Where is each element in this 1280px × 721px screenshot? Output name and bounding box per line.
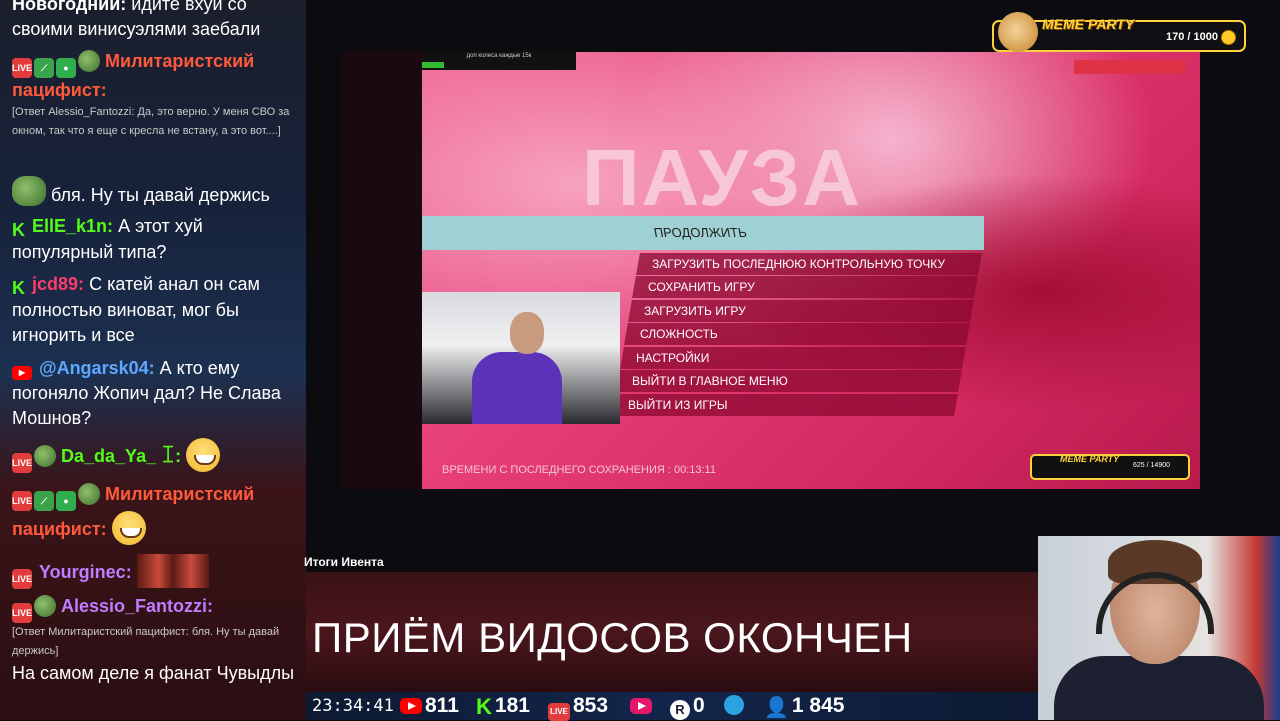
menu-label: ВЫЙТИ ИЗ ИГРЫ bbox=[628, 398, 728, 412]
chat-message: Новогодний: идите вхуи со своими винисуэ… bbox=[12, 0, 302, 42]
save-time-label: ВРЕМЕНИ С ПОСЛЕДНЕГО СОХРАНЕНИЯ : 00:13:… bbox=[442, 464, 716, 476]
grin-emote-icon bbox=[186, 438, 221, 472]
chat-text: На самом деле я фанат Чувыдлы bbox=[12, 663, 295, 683]
chat-username: Alessio_Fantozzi: bbox=[61, 596, 214, 616]
green-badge-icon: ● bbox=[56, 491, 76, 511]
game-capture: доп колеса каждые 15к ПАУЗА ПРОДОЛЖИТЬ З… bbox=[342, 52, 1200, 489]
kick-icon: K bbox=[476, 694, 492, 719]
menu-label: ПРОДОЛЖИТЬ bbox=[652, 225, 748, 240]
chat-username: Da_da_Ya_ ꀤ: bbox=[61, 446, 182, 466]
chat-username: Yourginec: bbox=[39, 562, 132, 582]
live-badge-icon: LIVE bbox=[12, 453, 32, 473]
youtube-viewers: 811 bbox=[400, 695, 459, 717]
menu-main-menu-button[interactable]: ВЫЙТИ В ГЛАВНОЕ МЕНЮ bbox=[616, 370, 962, 392]
menu-settings-button[interactable]: НАСТРОЙКИ bbox=[620, 347, 966, 369]
chat-reply: [Ответ Alessio_Fantozzi: Да, это верно. … bbox=[12, 106, 290, 137]
total-count: 1 845 bbox=[791, 694, 845, 717]
chat-message: бля. Ну ты давай держись bbox=[12, 176, 302, 208]
mini-meme-party-title: MEME PARTY bbox=[1060, 454, 1120, 464]
chat-username: EllE_k1n: bbox=[32, 216, 114, 236]
sword-badge-icon: ⟋ bbox=[34, 58, 54, 78]
menu-label: ЗАГРУЗИТЬ ИГРУ bbox=[644, 304, 746, 318]
turtle-badge-icon bbox=[78, 50, 100, 72]
chat-message: K EllE_k1n: А этот хуй популярный типа? bbox=[12, 214, 302, 265]
menu-load-game-button[interactable]: ЗАГРУЗИТЬ ИГРУ bbox=[628, 300, 974, 322]
menu-label: ЗАГРУЗИТЬ ПОСЛЕДНЮЮ КОНТРОЛЬНУЮ ТОЧКУ bbox=[652, 257, 945, 271]
chat-text: бля. Ну ты давай держись bbox=[51, 185, 270, 205]
embedded-webcam bbox=[422, 292, 620, 424]
live-count: 853 bbox=[573, 694, 609, 717]
chat-message: K jcd89: С катей анал он сам полностью в… bbox=[12, 272, 302, 348]
live-badge-icon: LIVE bbox=[12, 58, 32, 78]
kick-count: 181 bbox=[494, 694, 530, 717]
rutube-viewers: R0 bbox=[670, 695, 705, 720]
person-body bbox=[1054, 656, 1264, 720]
streamer-webcam bbox=[1038, 536, 1280, 720]
chat-message: LIVE Da_da_Ya_ ꀤ: bbox=[12, 438, 302, 473]
chat-message: ▶ @Angarsk04: А кто ему погоняло Жопич д… bbox=[12, 356, 302, 431]
menu-label: НАСТРОЙКИ bbox=[636, 351, 710, 365]
youtube-count: 811 bbox=[425, 694, 459, 717]
kick-badge-icon: K bbox=[12, 278, 25, 298]
mini-meme-party-widget: MEME PARTY 625 / 14900 bbox=[1030, 454, 1190, 480]
chat-message: LIVE Yourginec: bbox=[12, 554, 302, 589]
menu-difficulty-button[interactable]: СЛОЖНОСТЬ bbox=[624, 323, 970, 345]
live-badge-icon: LIVE bbox=[12, 569, 32, 589]
play-icon bbox=[630, 698, 652, 714]
banner-text: ПРИЁМ ВИДОСОВ ОКОНЧЕН bbox=[312, 614, 913, 661]
chat-username: jcd89: bbox=[32, 274, 85, 294]
turtle-badge-icon bbox=[34, 445, 56, 467]
chat-reply: [Ответ Милитаристский пацифист: бля. Ну … bbox=[12, 626, 280, 657]
youtube-badge-icon: ▶ bbox=[12, 366, 32, 380]
coin-icon bbox=[1221, 30, 1236, 45]
live-icon: LIVE bbox=[548, 703, 570, 721]
stream-clock: 23:34:41 bbox=[312, 696, 394, 716]
chat-username: @Angarsk04: bbox=[39, 358, 155, 378]
person-body bbox=[472, 352, 562, 424]
telegram bbox=[724, 695, 747, 718]
youtube-icon bbox=[400, 698, 422, 714]
doge-icon bbox=[998, 12, 1038, 52]
telegram-icon bbox=[724, 695, 744, 715]
pause-title: ПАУЗА bbox=[582, 133, 862, 222]
live-badge-icon: LIVE bbox=[12, 603, 32, 623]
kick-viewers: K 181 bbox=[476, 695, 530, 718]
chat-message: LIVE ⟋ ● Милитаристский пацифист: [Ответ A… bbox=[12, 49, 302, 141]
kick-badge-icon: K bbox=[12, 220, 25, 240]
pepe-emote-icon bbox=[12, 176, 46, 206]
menu-load-checkpoint-button[interactable]: ЗАГРУЗИТЬ ПОСЛЕДНЮЮ КОНТРОЛЬНУЮ ТОЧКУ bbox=[636, 253, 982, 275]
game-hud-progress bbox=[422, 62, 444, 68]
meme-party-title: MEME PARTY bbox=[1042, 16, 1135, 32]
total-viewers: 👤 1 845 bbox=[764, 694, 845, 720]
rutube-icon: R bbox=[670, 700, 690, 720]
game-hud-right bbox=[1074, 60, 1186, 74]
extra-youtube bbox=[630, 695, 655, 717]
chat-message: LIVE ⟋ ● Милитаристский пацифист: bbox=[12, 482, 302, 545]
chat-username: Новогодний: bbox=[12, 0, 127, 14]
live-badge-icon: LIVE bbox=[12, 491, 32, 511]
event-title: Итоги Ивента bbox=[304, 555, 384, 569]
rutube-count: 0 bbox=[693, 694, 705, 717]
meme-party-widget: MEME PARTY 170 / 1000 bbox=[992, 12, 1246, 52]
user-icon: 👤 bbox=[764, 697, 789, 719]
mini-meme-party-count: 625 / 14900 bbox=[1133, 462, 1170, 469]
person-head bbox=[510, 312, 544, 354]
game-hud-goal: доп колеса каждые 15к bbox=[422, 52, 576, 70]
menu-label: СЛОЖНОСТЬ bbox=[640, 327, 718, 341]
grin-emote-icon bbox=[111, 511, 146, 545]
menu-label: ВЫЙТИ В ГЛАВНОЕ МЕНЮ bbox=[632, 374, 788, 388]
chat-panel: Новогодний: идите вхуи со своими винисуэ… bbox=[0, 0, 306, 720]
menu-save-game-button[interactable]: СОХРАНИТЬ ИГРУ bbox=[632, 276, 978, 298]
menu-continue-button[interactable]: ПРОДОЛЖИТЬ bbox=[422, 216, 984, 250]
menu-label: СОХРАНИТЬ ИГРУ bbox=[648, 280, 755, 294]
chat-message: LIVE Alessio_Fantozzi: [Ответ Милитарист… bbox=[12, 594, 302, 686]
green-badge-icon: ● bbox=[56, 58, 76, 78]
live-viewers: LIVE 853 bbox=[548, 695, 608, 721]
menu-quit-button[interactable]: ВЫЙТИ ИЗ ИГРЫ bbox=[612, 394, 958, 416]
sword-badge-icon: ⟋ bbox=[34, 491, 54, 511]
frog-badge-icon bbox=[34, 595, 56, 617]
eyes-emote-icon bbox=[136, 554, 209, 588]
turtle-badge-icon bbox=[78, 483, 100, 505]
meme-party-count: 170 / 1000 bbox=[1166, 31, 1218, 43]
